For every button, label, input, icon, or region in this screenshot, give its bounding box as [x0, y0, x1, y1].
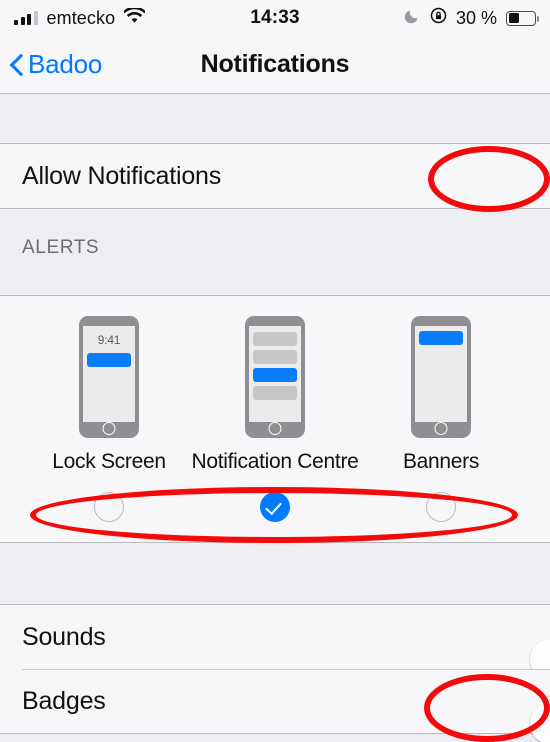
alert-option-banners[interactable]: Banners [366, 316, 516, 474]
row-badges[interactable]: Badges [0, 669, 550, 742]
alert-option-label-banners: Banners [402, 450, 480, 473]
battery-icon [506, 10, 540, 26]
spacer-top [0, 95, 550, 143]
radio-lock-screen[interactable] [94, 492, 124, 522]
lock-screen-notification-bar [87, 353, 131, 367]
notification-centre-stack [249, 326, 301, 400]
navigation-bar: Badoo Notifications [0, 36, 550, 94]
radio-banners[interactable] [426, 492, 456, 522]
lock-screen-phone-icon: 9:41 [79, 316, 139, 438]
rotation-lock-icon [430, 7, 447, 29]
wifi-icon [123, 6, 147, 29]
status-bar: emtecko 14:33 30 % [0, 0, 550, 36]
alerts-section-header: ALERTS [0, 209, 550, 267]
radio-cell-banners[interactable] [366, 492, 516, 522]
alert-option-lock-screen[interactable]: 9:41 Lock Screen [34, 316, 184, 474]
notification-centre-phone-icon [245, 316, 305, 438]
carrier-label: emtecko [46, 7, 116, 28]
alert-option-label-lock-screen: Lock Screen [52, 450, 166, 473]
banner-notification-bar [419, 331, 463, 345]
allow-notifications-label: Allow Notifications [22, 161, 222, 190]
radio-cell-notification-centre[interactable] [200, 492, 350, 522]
radio-notification-centre[interactable] [260, 492, 290, 522]
alert-style-group: 9:41 Lock Screen Notification Centre Ban… [0, 295, 550, 543]
alert-style-radio-group [0, 474, 550, 542]
options-group: Sounds Badges [0, 604, 550, 742]
alert-option-notification-centre[interactable]: Notification Centre [191, 316, 359, 474]
lock-screen-preview-time: 9:41 [97, 333, 121, 347]
home-button-icon [102, 422, 116, 435]
alert-option-label-notification-centre: Notification Centre [191, 450, 359, 473]
status-bar-left: emtecko [14, 6, 147, 29]
spacer-middle [0, 548, 550, 604]
radio-cell-lock-screen[interactable] [34, 492, 184, 522]
banners-phone-icon [411, 316, 471, 438]
home-button-icon [434, 422, 448, 435]
status-bar-right: 30 % [404, 7, 540, 29]
alert-style-previews: 9:41 Lock Screen Notification Centre Ban… [0, 316, 550, 474]
home-button-icon [268, 422, 282, 435]
row-allow-notifications[interactable]: Allow Notifications [0, 144, 550, 208]
page-title: Notifications [200, 50, 350, 78]
signal-bars-icon [14, 11, 38, 25]
row-sounds[interactable]: Sounds [0, 605, 550, 680]
allow-notifications-group: Allow Notifications [0, 143, 550, 209]
battery-percent-label: 30 % [455, 7, 497, 28]
sounds-label: Sounds [22, 622, 106, 651]
moon-icon [404, 7, 421, 29]
badges-label: Badges [22, 686, 106, 715]
iphone-notifications-settings-screen: emtecko 14:33 30 % Badoo Notifications A… [0, 0, 550, 742]
